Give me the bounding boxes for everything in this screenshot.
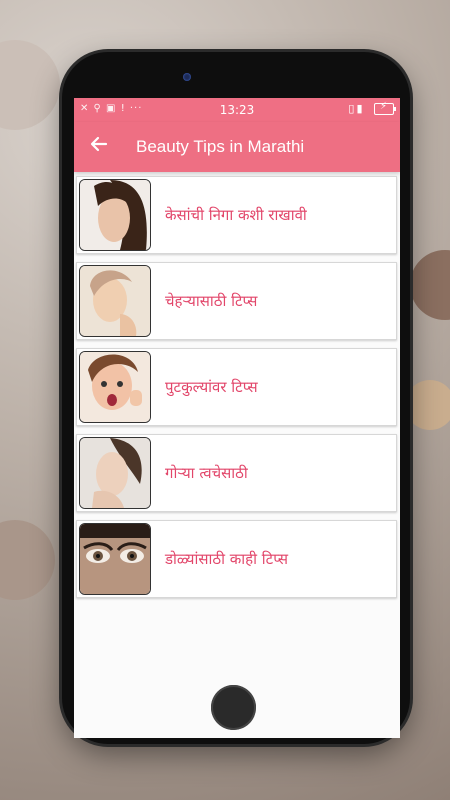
vibrate-icon: ▯▮ [348, 102, 365, 115]
list-item-pimple-tips[interactable]: पुटकुल्यांवर टिप्स [76, 348, 397, 426]
back-arrow-icon[interactable] [86, 133, 112, 159]
list-item-eye-tips[interactable]: डोळ्यांसाठी काही टिप्स [76, 520, 397, 598]
list-item-label: चेहऱ्यासाठी टिप्स [165, 292, 258, 310]
app-bar: Beauty Tips in Marathi [74, 122, 400, 172]
list-item-label: डोळ्यांसाठी काही टिप्स [165, 550, 289, 568]
battery-icon: ⚡ [374, 101, 396, 115]
tips-list: केसांची निगा कशी राखावी चेहऱ्यासाठी टिप्… [74, 172, 400, 598]
list-item-hair-care[interactable]: केसांची निगा कशी राखावी [76, 176, 397, 254]
face-thumbnail [79, 265, 151, 337]
pimples-thumbnail [79, 351, 151, 423]
list-item-label: केसांची निगा कशी राखावी [165, 206, 307, 224]
list-item-fair-skin[interactable]: गोऱ्या त्वचेसाठी [76, 434, 397, 512]
page-title: Beauty Tips in Marathi [136, 137, 305, 156]
list-item-label: गोऱ्या त्वचेसाठी [165, 464, 248, 482]
app-screen: ✕ ⚲ ▣ ! ··· 13:23 ▯▮ ⚡ Beauty Tips in Ma… [74, 98, 400, 738]
status-bar: ✕ ⚲ ▣ ! ··· 13:23 ▯▮ ⚡ [74, 98, 400, 122]
hair-care-thumbnail [79, 179, 151, 251]
home-button[interactable] [211, 685, 256, 730]
fair-skin-thumbnail [79, 437, 151, 509]
eyes-thumbnail [79, 523, 151, 595]
status-right-icons: ▯▮ ⚡ [348, 101, 396, 115]
list-item-label: पुटकुल्यांवर टिप्स [165, 378, 258, 396]
list-item-face-tips[interactable]: चेहऱ्यासाठी टिप्स [76, 262, 397, 340]
front-camera [183, 73, 191, 81]
